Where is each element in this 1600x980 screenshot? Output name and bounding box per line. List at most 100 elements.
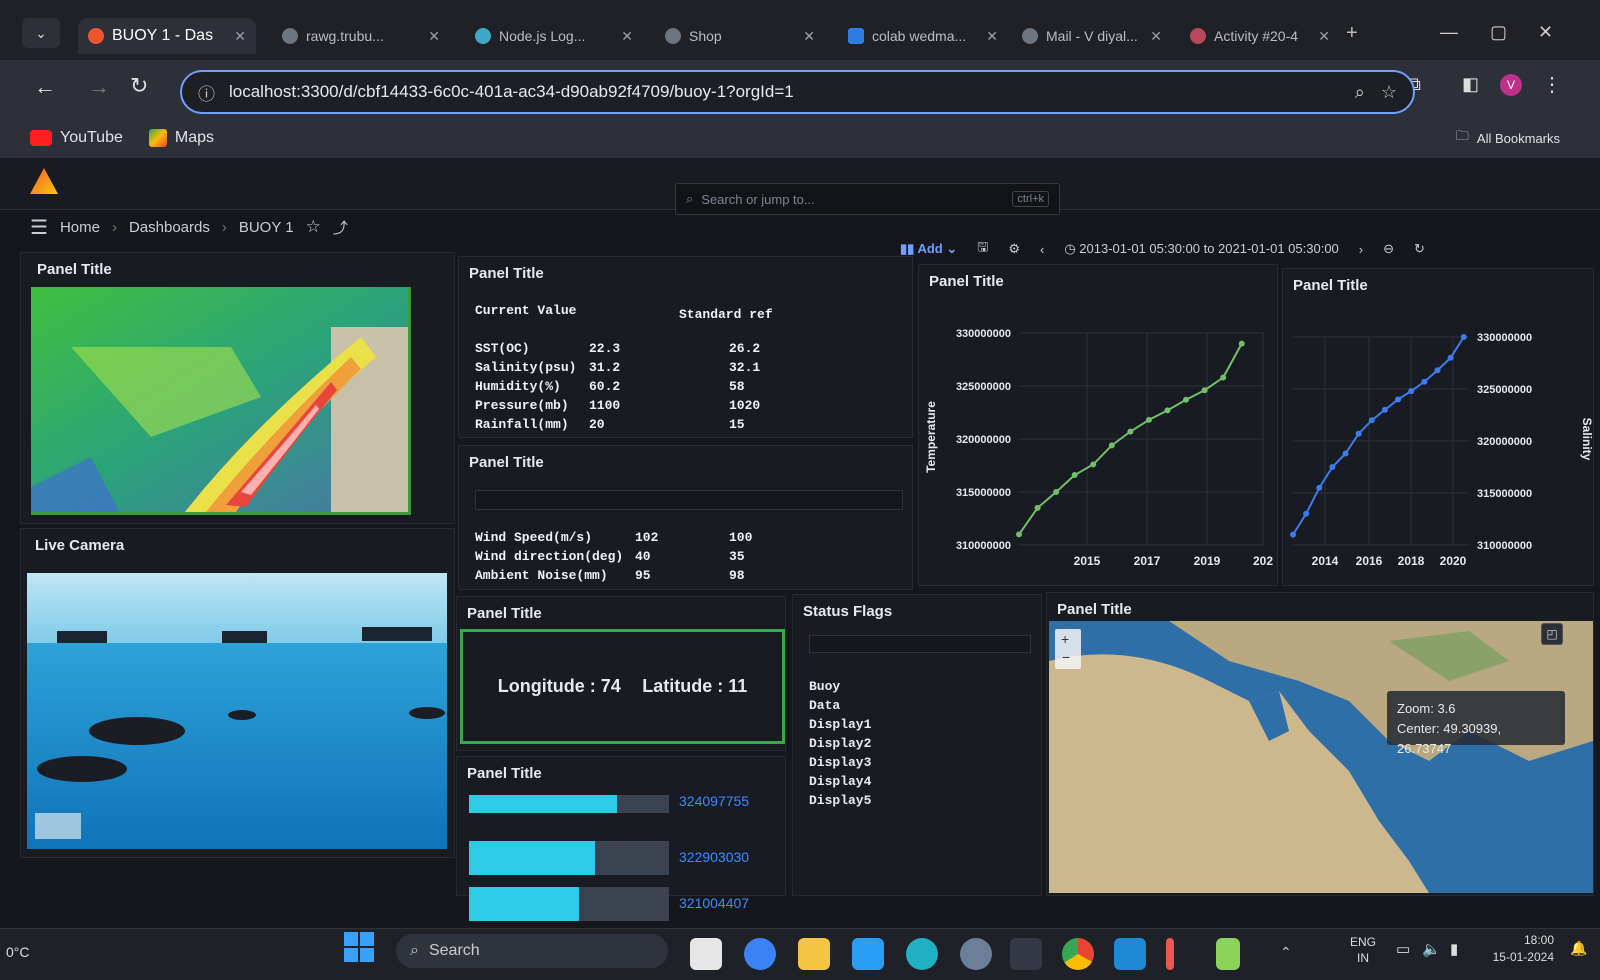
breadcrumb-home[interactable]: Home xyxy=(60,219,100,236)
tray-chevron-up-icon[interactable]: ⌃ xyxy=(1280,944,1292,961)
store-icon[interactable] xyxy=(852,938,884,970)
breadcrumb-dashboards[interactable]: Dashboards xyxy=(129,219,210,236)
bar-value-label: 324097755 xyxy=(679,793,750,809)
notepad-icon[interactable] xyxy=(1216,938,1240,970)
tab-item[interactable]: rawg.trubu... ✕ xyxy=(272,18,450,54)
row-ref: 26.2 xyxy=(729,341,761,356)
live-camera-panel: Live Camera xyxy=(20,528,455,858)
bookmark-maps[interactable]: Maps xyxy=(148,129,214,147)
hamburger-menu-icon[interactable]: ☰ xyxy=(30,215,48,240)
new-tab-plus-icon[interactable]: + xyxy=(1346,22,1358,45)
tab-item[interactable]: Node.js Log... ✕ xyxy=(465,18,643,54)
forward-arrow-icon[interactable]: → xyxy=(88,74,110,100)
time-forward-chevron-icon[interactable]: › xyxy=(1359,242,1363,257)
zoom-out-icon[interactable]: − xyxy=(1062,649,1070,665)
battery-icon[interactable]: ▮ xyxy=(1450,940,1458,958)
close-tab-icon[interactable]: ✕ xyxy=(1150,28,1162,45)
close-tab-icon[interactable]: ✕ xyxy=(1318,28,1330,45)
zoom-in-icon[interactable]: + xyxy=(1061,631,1069,647)
y-tick-label: 310000000 xyxy=(1477,540,1532,552)
bookmark-star-icon[interactable]: ☆ xyxy=(1381,82,1397,103)
row-ref: 35 xyxy=(729,549,745,564)
terminal-icon[interactable] xyxy=(1010,938,1042,970)
bookmark-youtube[interactable]: YouTube xyxy=(30,129,123,147)
vscode-icon[interactable] xyxy=(1114,938,1146,970)
search-input[interactable]: ⌕ Search or jump to... ctrl+k xyxy=(675,183,1060,215)
region-label: IN xyxy=(1357,951,1369,965)
tab-item[interactable]: colab wedma... ✕ xyxy=(838,18,1008,54)
temperature-line-chart[interactable]: 310000000 315000000 320000000 325000000 3300… xyxy=(919,295,1279,585)
close-tab-icon[interactable]: ✕ xyxy=(234,28,246,45)
zoom-magnifier-icon[interactable]: ⌕ xyxy=(1355,82,1365,103)
network-icon[interactable]: ▭ xyxy=(1396,940,1410,958)
file-explorer-icon[interactable] xyxy=(798,938,830,970)
tab-item[interactable]: Mail - V diyal... ✕ xyxy=(1012,18,1172,54)
row-current: 31.2 xyxy=(589,360,621,375)
minimize-icon[interactable]: — xyxy=(1440,22,1458,43)
close-tab-icon[interactable]: ✕ xyxy=(986,28,998,45)
world-map-view[interactable]: + − ◰ Zoom: 3.6 Center: 49.30939, 26.737… xyxy=(1049,621,1593,893)
y-tick-label: 330000000 xyxy=(956,328,1011,340)
tab-buoy-dashboard[interactable]: BUOY 1 - Das ✕ xyxy=(78,18,256,54)
salinity-line-chart[interactable]: 310000000 315000000 320000000 325000000 3300… xyxy=(1283,299,1595,585)
weather-temp[interactable]: 0°C xyxy=(6,944,30,960)
add-button[interactable]: ▮▮ Add ⌄ xyxy=(900,241,957,257)
volume-icon[interactable]: 🔈 xyxy=(1422,940,1441,958)
all-bookmarks-label: All Bookmarks xyxy=(1476,130,1560,146)
status-flags-list: Buoy Data Display1 Display2 Display3 Display4… xyxy=(809,677,871,810)
tab-search-chevron-icon[interactable]: ⌄ xyxy=(22,18,60,48)
y-tick-label: 325000000 xyxy=(956,381,1011,393)
windows-start-icon[interactable] xyxy=(344,932,374,962)
taskbar-search[interactable]: ⌕ Search xyxy=(396,934,668,968)
maximize-icon[interactable]: ▢ xyxy=(1490,22,1507,43)
settings-gear-icon[interactable] xyxy=(960,938,992,970)
save-icon[interactable]: 🖫 xyxy=(977,238,988,260)
map-layers-icon[interactable]: ◰ xyxy=(1541,623,1563,645)
close-tab-icon[interactable]: ✕ xyxy=(428,28,440,45)
tab-label: Mail - V diyal... xyxy=(1046,28,1138,44)
row-ref: 15 xyxy=(729,417,745,432)
site-info-icon[interactable]: ⓘ xyxy=(198,80,215,105)
youtube-icon xyxy=(30,130,52,146)
pen-app-icon[interactable] xyxy=(1166,938,1174,970)
side-panel-icon[interactable]: ◧ xyxy=(1462,74,1479,95)
data-point xyxy=(1303,510,1310,517)
close-window-icon[interactable]: ✕ xyxy=(1538,22,1553,43)
refresh-icon[interactable]: ↻ xyxy=(1414,241,1425,257)
map-debug-overlay: Zoom: 3.6 Center: 49.30939, 26.73747 xyxy=(1387,691,1565,756)
tab-item[interactable]: Activity #20-4 ✕ xyxy=(1180,18,1340,54)
camera-feed-image[interactable] xyxy=(27,573,447,849)
language-indicator[interactable]: ENG IN xyxy=(1350,934,1376,966)
task-view-icon[interactable] xyxy=(690,938,722,970)
clock[interactable]: 18:00 15-01-2024 xyxy=(1484,932,1554,966)
status-flag-item: Display4 xyxy=(809,774,872,789)
back-arrow-icon[interactable]: ← xyxy=(34,74,56,100)
chrome-icon[interactable] xyxy=(1062,938,1094,970)
breadcrumb-dashboard-name[interactable]: BUOY 1 xyxy=(239,219,294,236)
mail-favicon-icon xyxy=(1022,28,1038,44)
notification-bell-icon[interactable]: 🔔 xyxy=(1570,940,1587,957)
heatmap-image[interactable] xyxy=(31,287,411,515)
temperature-chart-panel: Panel Title 310000000 315000000 320000000 3… xyxy=(918,264,1278,586)
zoom-out-icon[interactable]: ⊖ xyxy=(1383,241,1394,257)
profile-avatar[interactable]: V xyxy=(1500,74,1522,96)
close-tab-icon[interactable]: ✕ xyxy=(803,28,815,45)
edge-browser-icon[interactable] xyxy=(906,938,938,970)
time-range-picker[interactable]: ◷ 2013-01-01 05:30:00 to 2021-01-01 05:3… xyxy=(1064,241,1338,257)
data-point xyxy=(1127,428,1134,435)
star-icon[interactable]: ☆ xyxy=(306,217,321,237)
search-icon: ⌕ xyxy=(410,942,419,959)
all-bookmarks[interactable]: 🗀 All Bookmarks xyxy=(1456,127,1560,149)
url-text: localhost:3300/d/cbf14433-6c0c-401a-ac34… xyxy=(229,82,794,101)
share-icon[interactable]: ⤴ xyxy=(333,217,348,238)
address-bar[interactable]: ⓘ localhost:3300/d/cbf14433-6c0c-401a-ac… xyxy=(180,70,1415,114)
menu-kebab-icon[interactable]: ⋮ xyxy=(1542,72,1562,97)
tab-item[interactable]: Shop ✕ xyxy=(655,18,825,54)
settings-gear-icon[interactable]: ⚙ xyxy=(1008,241,1020,257)
bar-fill xyxy=(469,795,617,813)
chat-icon[interactable] xyxy=(744,938,776,970)
data-point xyxy=(1421,378,1428,385)
time-back-chevron-icon[interactable]: ‹ xyxy=(1040,242,1044,257)
close-tab-icon[interactable]: ✕ xyxy=(621,28,633,45)
reload-icon[interactable]: ↻ xyxy=(130,73,148,99)
